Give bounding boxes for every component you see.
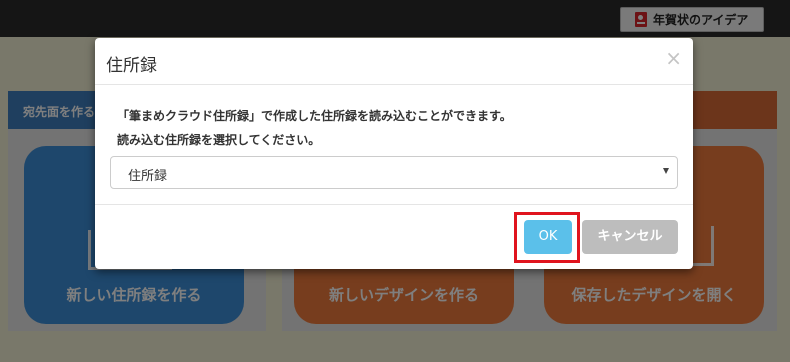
dialog-header: 住所録 × bbox=[95, 38, 693, 85]
dialog-message-line1: 「筆まめクラウド住所録」で作成した住所録を読み込むことができます。 bbox=[117, 109, 512, 123]
cancel-button[interactable]: キャンセル bbox=[582, 220, 678, 254]
address-book-dialog: 住所録 × 「筆まめクラウド住所録」で作成した住所録を読み込むことができます。 … bbox=[95, 38, 693, 269]
dialog-title: 住所録 bbox=[106, 56, 157, 76]
dialog-body: 「筆まめクラウド住所録」で作成した住所録を読み込むことができます。 読み込む住所… bbox=[95, 85, 693, 205]
ok-button[interactable]: OK bbox=[524, 220, 572, 254]
chevron-down-icon bbox=[663, 168, 669, 174]
dialog-message-line2: 読み込む住所録を選択してください。 bbox=[117, 133, 321, 147]
address-book-select-value: 住所録 bbox=[128, 169, 168, 184]
close-icon[interactable]: × bbox=[665, 48, 682, 68]
address-book-select[interactable]: 住所録 bbox=[110, 156, 678, 189]
